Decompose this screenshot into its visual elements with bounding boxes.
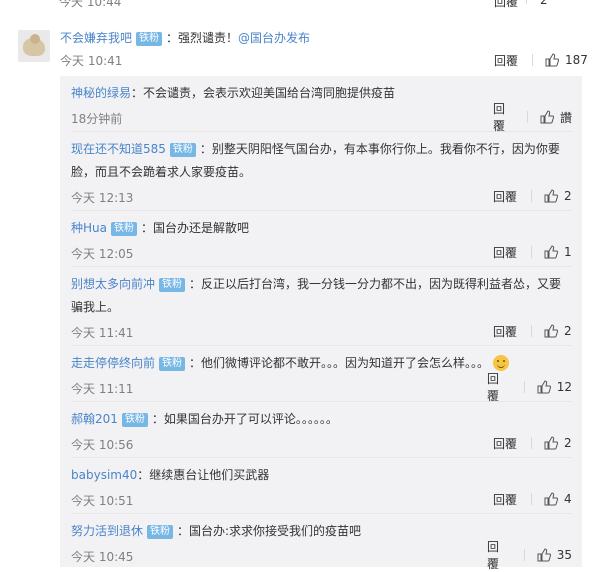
reply-time: 今天 10:51 [71, 494, 134, 508]
reply-time: 今天 10:45 [71, 550, 134, 564]
thumbs-up-icon[interactable] [545, 53, 560, 67]
divider [527, 111, 528, 123]
thumbs-up-icon[interactable] [544, 245, 559, 259]
reply-username[interactable]: babysim40 [71, 468, 137, 482]
thumbs-up-icon[interactable] [544, 189, 559, 203]
reply-username[interactable]: 现在还不知道585 [71, 142, 166, 156]
reply-list: 神秘的绿易：不会谴责，会表示欢迎美国给台湾同胞提供疫苗 18分钟前 回覆 讚 现… [60, 76, 582, 571]
like-count[interactable]: 2 [564, 436, 572, 450]
reply-content: ：继续惠台让他们买武器 [137, 468, 270, 482]
divider [531, 246, 533, 258]
reply-username[interactable]: 努力活到退休 [71, 524, 143, 538]
reply-button[interactable]: 回覆 [494, 52, 518, 69]
reply-item: 别想太多向前冲 铁粉 ：反正以后打台湾，我一分钱一分力都不出，因为既得利益者怂，又要… [60, 267, 582, 346]
reply-item: 种Hua 铁粉 ：国台办还是解散吧 今天 12:05 回覆 1 [60, 211, 582, 267]
divider [531, 493, 533, 505]
avatar[interactable] [18, 30, 50, 62]
thumbs-up-icon[interactable] [537, 380, 551, 394]
reply-username[interactable]: 走走停停终向前 [71, 356, 155, 370]
reply-button[interactable]: 回覆 [493, 435, 517, 452]
fan-badge: 铁粉 [136, 32, 163, 46]
divider [526, 0, 527, 4]
reply-button[interactable]: 回覆 [487, 538, 510, 572]
reply-content: ：如果国台办开了可以评论。。。。。。 [151, 412, 338, 426]
previous-reply-button[interactable]: 回覆 [494, 0, 518, 10]
reply-item: 现在还不知道585 铁粉 ：别整天阴阳怪气国台办，有本事你行你上。我看你不行，因为你… [60, 132, 582, 211]
like-count[interactable]: 讚 [560, 109, 572, 126]
comment-username[interactable]: 不会嫌弃我吧 [60, 31, 132, 45]
reply-time: 今天 12:13 [71, 191, 134, 205]
divider [531, 325, 533, 337]
like-count[interactable]: 12 [557, 380, 572, 394]
divider [531, 437, 533, 449]
comment-time: 今天 10:41 [60, 54, 123, 68]
avatar-image-head [30, 34, 40, 44]
smile-emoji [493, 355, 510, 371]
thumbs-up-icon[interactable] [544, 324, 559, 338]
reply-item: 努力活到退休 铁粉 ：国台办:求求你接受我们的疫苗吧 今天 10:45 回覆 35 [60, 514, 582, 571]
reply-time: 今天 11:41 [71, 326, 134, 340]
fan-badge: 铁粉 [147, 525, 174, 539]
reply-time: 今天 12:05 [71, 247, 134, 261]
divider [531, 190, 533, 202]
previous-like-count[interactable]: 2 [540, 0, 548, 7]
thumbs-up-icon[interactable] [544, 436, 559, 450]
divider [532, 54, 534, 66]
reply-button[interactable]: 回覆 [493, 323, 517, 340]
previous-comment-footer: 今天 10:44 回覆 2 [0, 0, 607, 10]
reply-button[interactable]: 回覆 [493, 491, 517, 508]
previous-comment-time: 今天 10:44 [59, 0, 122, 9]
reply-item: 郝翰201 铁粉 ：如果国台办开了可以评论。。。。。。 今天 10:56 回覆 2 [60, 402, 582, 458]
like-count[interactable]: 2 [564, 324, 572, 338]
reply-time: 18分钟前 [71, 112, 123, 126]
like-count[interactable]: 1 [564, 245, 572, 259]
fan-badge: 铁粉 [110, 222, 137, 236]
reply-button[interactable]: 回覆 [493, 244, 517, 261]
fan-badge: 铁粉 [121, 413, 148, 427]
reply-time: 今天 10:56 [71, 438, 134, 452]
reply-button[interactable]: 回覆 [487, 370, 510, 404]
reply-content: ：国台办:求求你接受我们的疫苗吧 [177, 524, 362, 538]
like-count[interactable]: 187 [565, 53, 588, 67]
thumbs-up-icon[interactable] [537, 548, 551, 562]
thumbs-up-icon[interactable] [540, 110, 554, 124]
divider [523, 381, 525, 393]
like-count[interactable]: 35 [557, 548, 572, 562]
reply-button[interactable]: 回覆 [493, 188, 517, 205]
fan-badge: 铁粉 [169, 143, 196, 157]
mention-link[interactable]: @国台办发布 [238, 31, 310, 45]
reply-button[interactable]: 回覆 [493, 100, 513, 134]
divider [523, 549, 525, 561]
reply-content: ：他们微博评论都不敢开。。。因为知道开了会怎么样。。。 [189, 356, 490, 370]
reply-time: 今天 11:11 [71, 382, 134, 396]
comment-actions: 回覆 187 [494, 51, 588, 69]
reply-item: 走走停停终向前 铁粉 ：他们微博评论都不敢开。。。因为知道开了会怎么样。。。 今天 … [60, 346, 582, 404]
main-comment-text: 不会嫌弃我吧 铁粉 ：强烈谴责！@国台办发布 [60, 29, 310, 46]
reply-content: ：不会谴责，会表示欢迎美国给台湾同胞提供疫苗 [131, 86, 396, 100]
reply-username[interactable]: 种Hua [71, 221, 107, 235]
fan-badge: 铁粉 [159, 357, 186, 371]
reply-content: ：国台办还是解散吧 [140, 221, 249, 235]
fan-badge: 铁粉 [159, 278, 186, 292]
thumbs-up-icon[interactable] [544, 492, 559, 506]
reply-username[interactable]: 郝翰201 [71, 412, 118, 426]
reply-item: 神秘的绿易：不会谴责，会表示欢迎美国给台湾同胞提供疫苗 18分钟前 回覆 讚 [60, 76, 582, 134]
like-count[interactable]: 2 [564, 189, 572, 203]
comment-content: ：强烈谴责！ [166, 31, 239, 45]
like-count[interactable]: 4 [564, 492, 572, 506]
weibo-comment-thread: 今天 10:44 回覆 2 不会嫌弃我吧 铁粉 ：强烈谴责！@国台办发布 今天 10… [0, 0, 607, 571]
reply-username[interactable]: 神秘的绿易 [71, 86, 131, 100]
reply-username[interactable]: 别想太多向前冲 [71, 277, 155, 291]
reply-item: babysim40：继续惠台让他们买武器 今天 10:51 回覆 4 [60, 458, 582, 514]
